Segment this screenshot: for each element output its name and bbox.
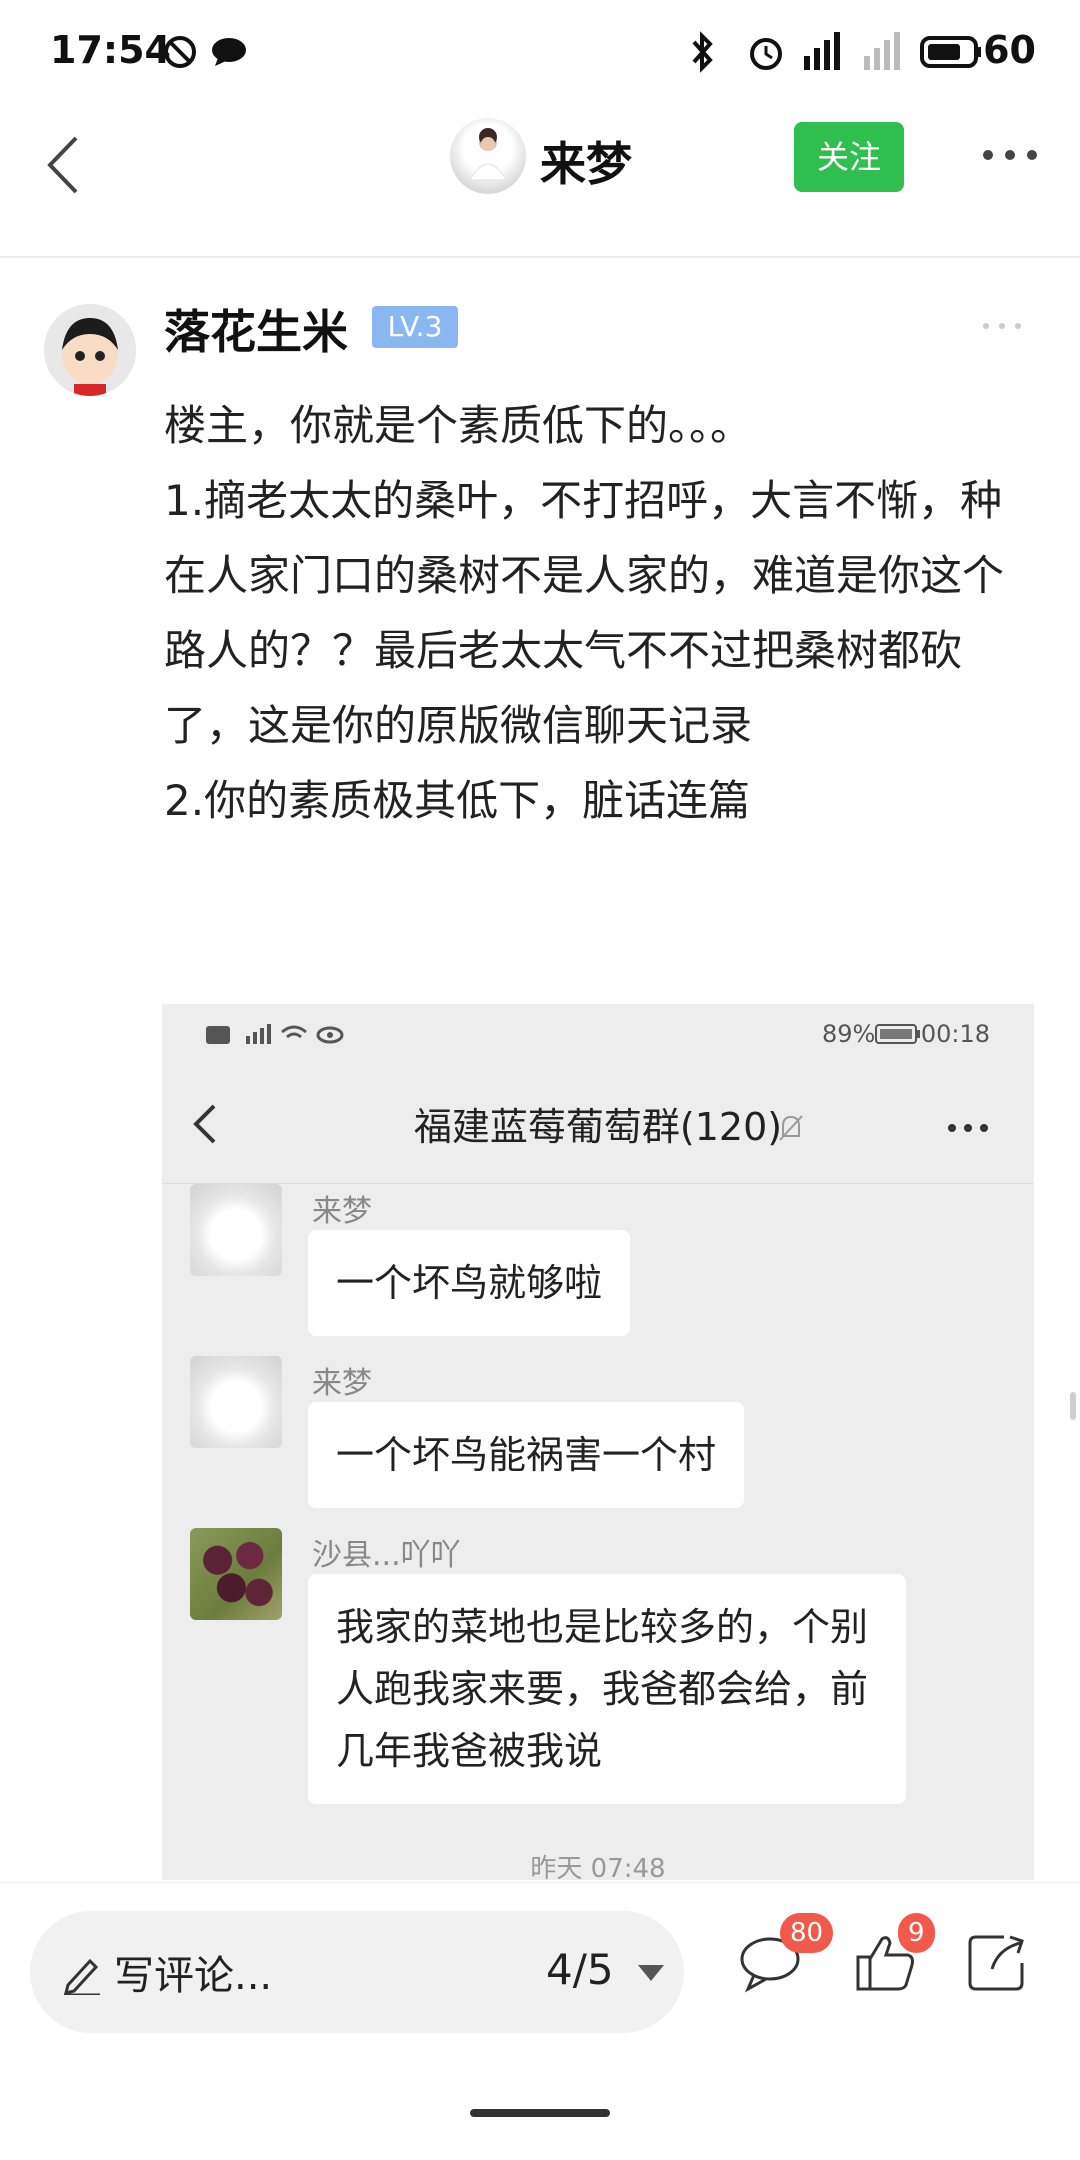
embedded-more-icon bbox=[948, 1124, 988, 1132]
page-title: 来梦 bbox=[540, 137, 632, 191]
message-icon bbox=[212, 38, 246, 66]
share-icon[interactable] bbox=[964, 1927, 1034, 1997]
battery-icon bbox=[920, 36, 981, 68]
pencil-icon bbox=[63, 1958, 100, 1995]
avatar-figure bbox=[469, 128, 507, 181]
mute-bell-icon bbox=[779, 1115, 803, 1141]
chat-avatar-fruit bbox=[190, 1528, 282, 1620]
author-avatar-cartoon bbox=[44, 304, 136, 396]
embedded-status-icons bbox=[206, 1024, 344, 1044]
signal-icon bbox=[804, 32, 840, 70]
scrollbar[interactable] bbox=[1070, 1392, 1076, 1420]
avatar[interactable] bbox=[450, 118, 526, 194]
alarm-icon bbox=[750, 38, 782, 70]
author-name[interactable]: 落花生米 bbox=[164, 296, 348, 362]
home-indicator[interactable] bbox=[470, 2109, 610, 2117]
status-time: 17:54 bbox=[50, 28, 171, 72]
embedded-battery-pct: 89% bbox=[822, 1020, 876, 1048]
embedded-time: 00:18 bbox=[920, 1020, 990, 1048]
chat-sender-name: 沙县...吖吖 bbox=[312, 1538, 461, 1573]
back-icon[interactable] bbox=[28, 130, 98, 200]
follow-button[interactable]: 关注 bbox=[794, 122, 904, 192]
chat-avatar-laimeng bbox=[190, 1356, 282, 1448]
embedded-battery-icon bbox=[875, 1024, 920, 1044]
embedded-status-bar: 89% 00:18 bbox=[162, 1004, 1034, 1064]
status-bar: 17:54 60 bbox=[0, 0, 1080, 110]
post-body: 楼主，你就是个素质低下的。。。 1.摘老太太的桑叶，不打招呼，大言不惭，种在人家… bbox=[164, 388, 1034, 838]
dnd-icon bbox=[164, 36, 196, 68]
chat-bubble: 一个坏鸟能祸害一个村 bbox=[308, 1402, 745, 1508]
embedded-chat-title: 福建蓝莓葡萄群(120) bbox=[413, 1105, 783, 1149]
chat-timestamp: 昨天 07:48 bbox=[530, 1854, 666, 1880]
chat-sender-name: 来梦 bbox=[312, 1366, 372, 1401]
post-line-point-1: 1.摘老太太的桑叶，不打招呼，大言不惭，种在人家门口的桑树不是人家的，难道是你这… bbox=[164, 476, 1005, 750]
comment-placeholder: 写评论... bbox=[114, 1953, 273, 1999]
embedded-screenshot[interactable]: 89% 00:18 福建蓝莓葡萄群(120) 来梦 一个坏鸟就够啦 来梦 一个坏… bbox=[162, 1004, 1034, 1880]
comment-count-badge: 80 bbox=[780, 1913, 834, 1953]
chat-avatar-laimeng bbox=[190, 1184, 282, 1276]
more-icon[interactable] bbox=[980, 140, 1040, 170]
like-count-badge: 9 bbox=[898, 1913, 935, 1953]
post-line-intro: 楼主，你就是个素质低下的。。。 bbox=[164, 401, 753, 450]
chat-sender-name: 来梦 bbox=[312, 1194, 372, 1229]
dropdown-caret-icon[interactable] bbox=[638, 1965, 664, 1981]
embedded-chat-header: 福建蓝莓葡萄群(120) bbox=[162, 1064, 1034, 1184]
author-avatar[interactable] bbox=[44, 304, 136, 396]
post-line-point-2: 2.你的素质极其低下，脏话连篇 bbox=[164, 776, 751, 825]
page-indicator[interactable]: 4/5 bbox=[546, 1945, 614, 1994]
bluetooth-icon bbox=[692, 31, 713, 73]
bottom-bar: 写评论... 4/5 80 9 bbox=[0, 1882, 1080, 2160]
level-badge: LV.3 bbox=[372, 306, 458, 348]
chat-bubble: 一个坏鸟就够啦 bbox=[308, 1230, 631, 1336]
signal-weak-icon bbox=[864, 32, 900, 70]
post-more-icon[interactable] bbox=[980, 316, 1024, 336]
top-nav: 来梦 关注 bbox=[0, 110, 1080, 258]
battery-level: 60 bbox=[983, 28, 1036, 72]
comment-input[interactable]: 写评论... 4/5 bbox=[30, 1911, 684, 2033]
chat-bubble: 我家的菜地也是比较多的，个别人跑我家来要，我爸都会给，前几年我爸被我说 bbox=[308, 1574, 906, 1804]
